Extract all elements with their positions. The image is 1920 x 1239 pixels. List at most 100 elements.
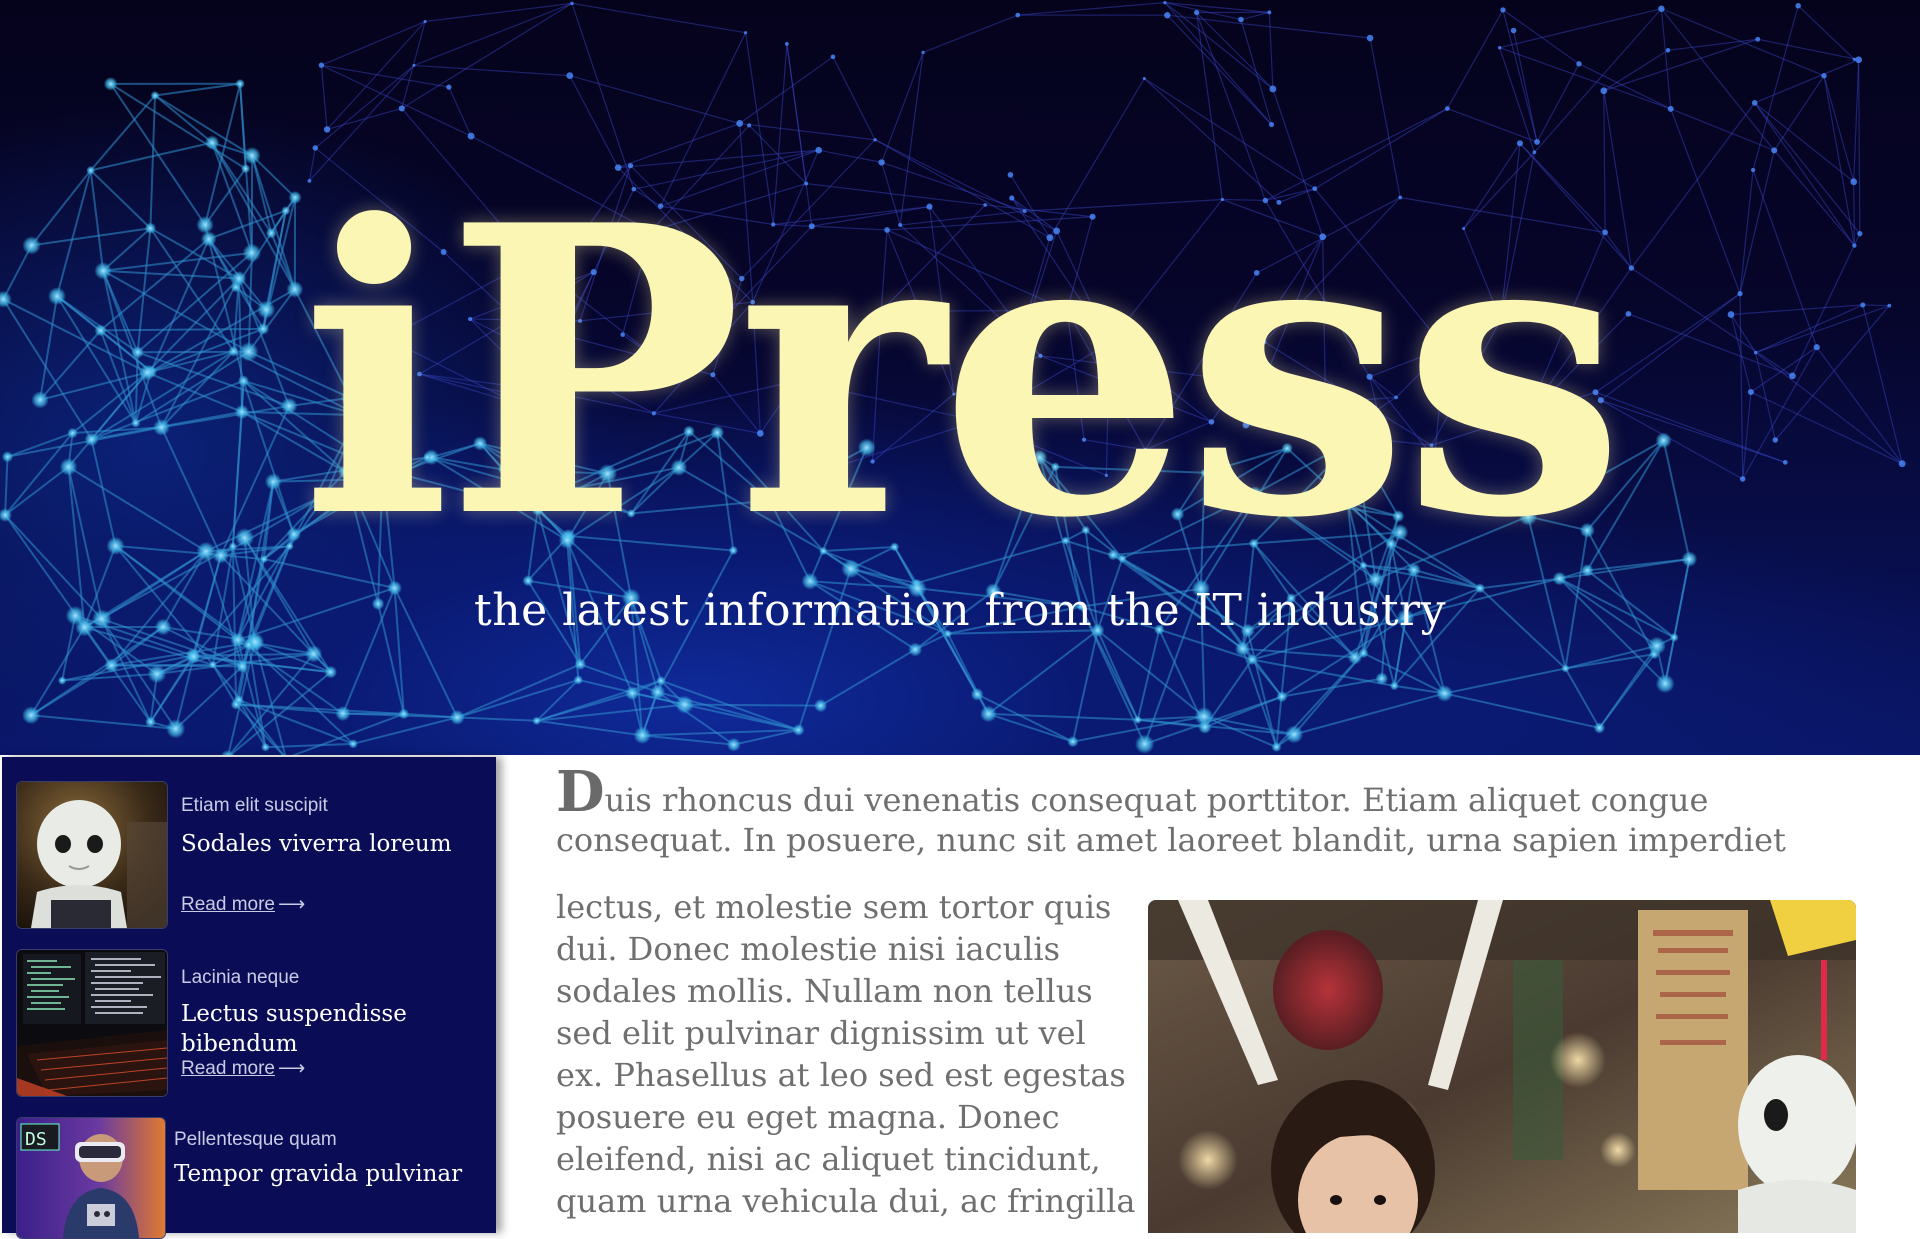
network-node: [58, 676, 67, 685]
network-node: [1853, 58, 1856, 61]
network-line: [155, 96, 252, 156]
network-node: [1855, 56, 1862, 63]
network-line: [948, 634, 988, 714]
news-card[interactable]: Etiam elit suscipit Sodales viverra lore…: [16, 781, 476, 931]
network-node: [446, 85, 451, 90]
article-line: quam urna vehicula dui, ac fringilla: [556, 1180, 1156, 1222]
network-node: [1194, 10, 1199, 15]
network-line: [1165, 3, 1269, 13]
card-title[interactable]: Sodales viverra loreum: [181, 829, 491, 859]
network-node: [209, 661, 217, 669]
read-more-label[interactable]: Read more: [181, 894, 275, 915]
code-monitor-keyboard-photo[interactable]: [16, 949, 168, 1097]
network-line: [1018, 3, 1165, 15]
network-node: [1276, 691, 1287, 702]
network-line: [449, 87, 471, 136]
network-line: [353, 717, 457, 743]
site-logo-title: iPress: [0, 175, 1920, 571]
read-more-link[interactable]: Read more⟶: [181, 893, 305, 916]
network-line: [1661, 9, 1824, 76]
network-node: [1436, 685, 1453, 702]
network-node: [22, 706, 40, 724]
network-node: [166, 719, 185, 738]
network-node: [1367, 35, 1374, 42]
network-line: [570, 76, 740, 124]
network-line: [923, 15, 1018, 52]
network-line: [1824, 76, 1854, 182]
network-node: [1015, 13, 1020, 18]
network-line: [327, 108, 402, 129]
child-with-robot-photo: [1148, 900, 1856, 1233]
network-node: [971, 688, 984, 701]
network-node: [747, 123, 751, 127]
network-line: [988, 714, 1073, 742]
card-title[interactable]: Tempor gravida pulvinar: [174, 1159, 484, 1189]
network-node: [235, 79, 245, 89]
network-node: [908, 643, 922, 657]
network-line: [414, 65, 570, 75]
network-node: [1594, 722, 1605, 733]
network-line: [988, 714, 1137, 720]
network-node: [150, 91, 159, 100]
arrow-right-icon: ⟶: [278, 893, 305, 916]
article-line: ex. Phasellus at leo sed est egestas: [556, 1054, 1156, 1096]
network-line: [457, 664, 580, 717]
network-node: [424, 20, 427, 23]
network-node: [1390, 681, 1399, 690]
vr-headset-person-photo[interactable]: DS: [16, 1117, 166, 1239]
network-line: [213, 665, 236, 705]
network-line: [685, 705, 799, 730]
arrow-right-icon: ⟶: [278, 1057, 305, 1080]
sidebar-news-list: Etiam elit suscipit Sodales viverra lore…: [2, 757, 496, 1233]
network-node: [1795, 3, 1801, 9]
network-line: [321, 22, 425, 66]
network-node: [1285, 725, 1303, 743]
network-line: [155, 96, 212, 143]
network-node: [1648, 637, 1666, 655]
network-node: [1269, 122, 1274, 127]
network-node: [1246, 654, 1257, 665]
network-line: [1500, 9, 1662, 48]
network-line: [1447, 10, 1503, 109]
network-node: [244, 640, 254, 650]
network-node: [1375, 672, 1388, 685]
network-node: [349, 739, 358, 748]
network-node: [785, 42, 789, 46]
network-line: [1500, 48, 1671, 109]
network-node: [1164, 12, 1170, 18]
card-category: Etiam elit suscipit: [181, 795, 328, 817]
network-node: [650, 685, 665, 700]
network-node: [324, 666, 337, 679]
network-node: [566, 72, 573, 79]
news-card[interactable]: Lacinia neque Lectus suspendisse bibendu…: [16, 949, 476, 1099]
network-line: [1534, 9, 1661, 153]
network-line: [1294, 653, 1363, 734]
network-line: [315, 65, 414, 148]
network-node: [335, 706, 350, 721]
robot-pepper-photo[interactable]: [16, 781, 168, 929]
network-line: [1774, 76, 1824, 151]
article-line: lectus, et molestie sem tortor quis: [556, 886, 1156, 928]
network-line: [155, 84, 240, 96]
network-line: [537, 721, 643, 736]
network-node: [831, 54, 836, 59]
drop-cap: D: [556, 759, 605, 825]
network-node: [980, 706, 997, 723]
network-node: [814, 699, 827, 712]
read-more-label[interactable]: Read more: [181, 1058, 275, 1079]
network-node: [324, 126, 330, 132]
network-node: [1238, 17, 1244, 23]
read-more-link[interactable]: Read more⟶: [181, 1057, 305, 1080]
network-node: [1267, 10, 1271, 14]
network-node: [305, 645, 322, 662]
network-node: [793, 724, 805, 736]
network-node: [625, 686, 639, 700]
network-line: [1241, 12, 1269, 19]
card-title[interactable]: Lectus suspendisse bibendum: [181, 999, 491, 1059]
network-node: [319, 63, 324, 68]
news-card[interactable]: DS Pellentesque quam Tempor gravida pulv…: [16, 1117, 476, 1233]
network-line: [31, 665, 111, 715]
article-column-text: lectus, et molestie sem tortor quis dui.…: [556, 886, 1156, 1222]
network-line: [1145, 697, 1282, 745]
network-node: [1445, 106, 1450, 111]
